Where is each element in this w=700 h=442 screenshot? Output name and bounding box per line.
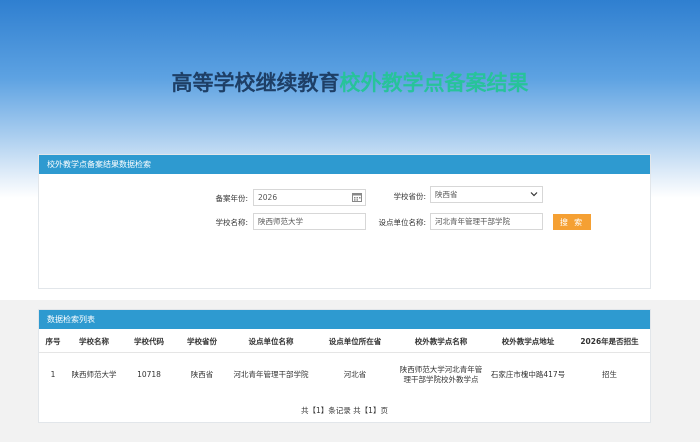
unit-input[interactable]: 河北青年管理干部学院 (430, 213, 543, 230)
cell-index: 1 (50, 370, 56, 379)
col-header-unit-name: 设点单位名称 (227, 330, 315, 353)
cell-school-province: 陕西省 (190, 370, 214, 379)
results-table: 序号 学校名称 学校代码 学校省份 设点单位名称 设点单位所在省 校外教学点名称… (39, 330, 650, 397)
school-value: 陕西师范大学 (258, 217, 303, 226)
cell-school-name: 陕西师范大学 (71, 370, 117, 379)
col-header-school-name: 学校名称 (67, 330, 121, 353)
col-header-site-name: 校外教学点名称 (395, 330, 487, 353)
col-header-site-address: 校外教学点地址 (487, 330, 569, 353)
table-row: 1 陕西师范大学 10718 陕西省 河北青年管理干部学院 河北省 陕西师范大学… (39, 353, 650, 398)
search-button[interactable]: 搜 索 (553, 214, 591, 230)
col-header-unit-province: 设点单位所在省 (315, 330, 395, 353)
unit-value: 河北青年管理干部学院 (435, 217, 510, 226)
table-header-row: 序号 学校名称 学校代码 学校省份 设点单位名称 设点单位所在省 校外教学点名称… (39, 330, 650, 353)
cell-enrollment: 招生 (602, 370, 617, 379)
page-title: 高等学校继续教育校外教学点备案结果 (0, 67, 700, 97)
col-header-enrollment: 2026年是否招生 (569, 330, 650, 353)
search-panel-title: 校外教学点备案结果数据检索 (39, 155, 650, 174)
chevron-down-icon (530, 192, 538, 197)
cell-site-name: 陕西师范大学河北青年管理干部学院校外教学点 (399, 365, 483, 384)
school-label: 学校名称: (215, 218, 248, 227)
cell-unit-name: 河北青年管理干部学院 (233, 370, 309, 379)
school-input[interactable]: 陕西师范大学 (253, 213, 366, 230)
year-value: 2026 (258, 193, 278, 202)
cell-unit-province: 河北省 (343, 370, 367, 379)
results-panel-title: 数据检索列表 (39, 310, 650, 329)
col-header-index: 序号 (39, 330, 67, 353)
province-label: 学校省份: (393, 192, 426, 201)
col-header-school-code: 学校代码 (121, 330, 177, 353)
year-label: 备案年份: (215, 194, 248, 203)
cell-school-code: 10718 (137, 370, 161, 379)
col-header-school-province: 学校省份 (177, 330, 227, 353)
province-value: 陕西省 (435, 190, 458, 199)
pagination-info: 共【1】条记录 共【1】页 (301, 406, 388, 415)
province-select[interactable]: 陕西省 (430, 186, 543, 203)
year-input[interactable]: 2026 (253, 189, 366, 206)
unit-label: 设点单位名称: (378, 218, 426, 227)
cell-site-address: 石家庄市槐中路417号 (490, 370, 566, 379)
calendar-icon[interactable] (352, 192, 362, 202)
page-title-part2: 校外教学点备案结果 (339, 71, 529, 95)
page-title-part1: 高等学校继续教育 (171, 71, 340, 95)
